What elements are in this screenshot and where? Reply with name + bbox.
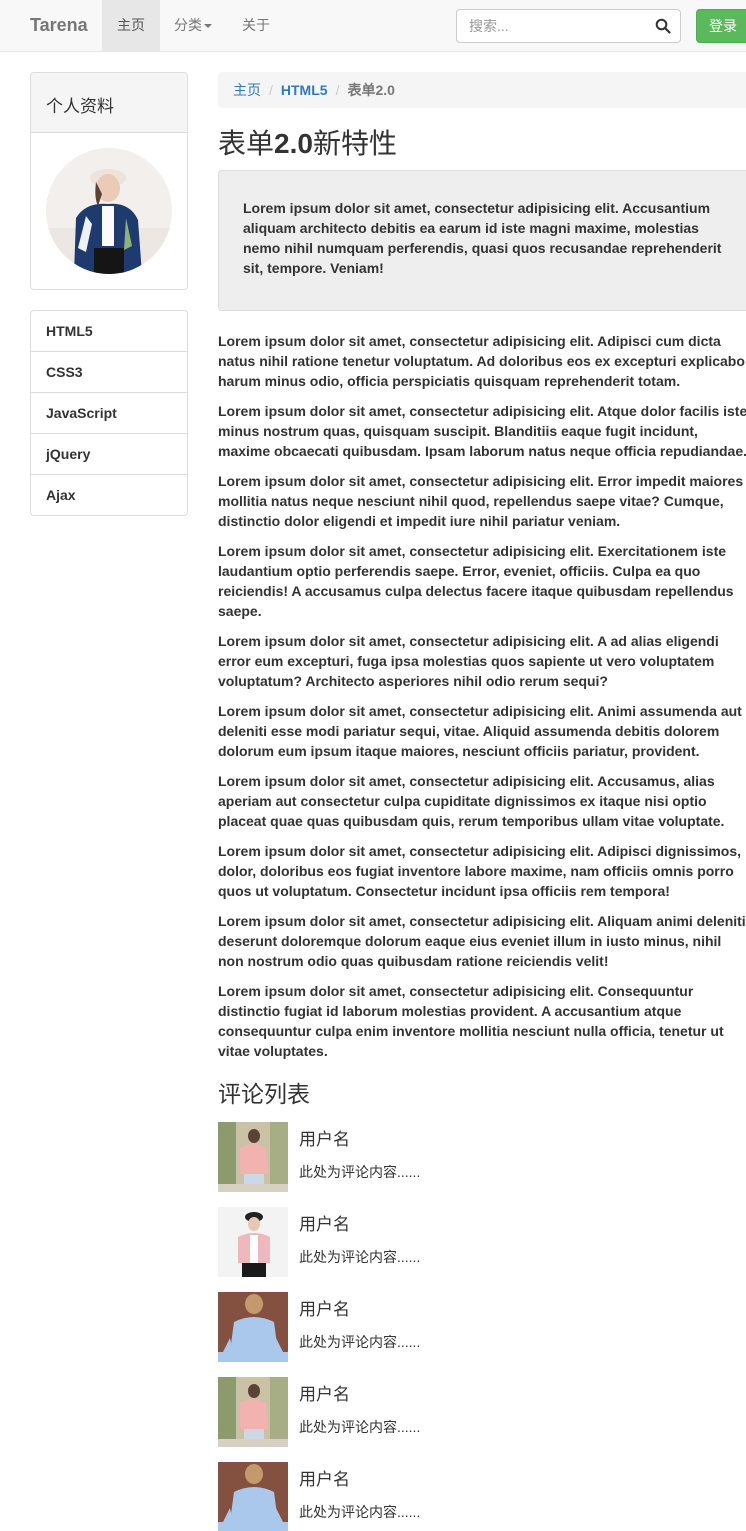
comment-item: 用户名 此处为评论内容......	[218, 1122, 718, 1192]
paragraph: Lorem ipsum dolor sit amet, consectetur …	[218, 703, 742, 759]
page-title-post: 新特性	[312, 128, 397, 159]
nav-home[interactable]: 主页	[102, 0, 160, 51]
comment-avatar	[218, 1377, 288, 1447]
comment-text: 此处为评论内容......	[299, 1249, 421, 1265]
comment-text: 此处为评论内容......	[299, 1334, 421, 1350]
paragraph: Lorem ipsum dolor sit amet, consectetur …	[218, 543, 734, 619]
comment-text: 此处为评论内容......	[299, 1164, 421, 1180]
sidebar-item-html5[interactable]: HTML5	[31, 311, 187, 352]
comment-username: 用户名	[299, 1470, 350, 1489]
comment-username: 用户名	[299, 1215, 350, 1234]
comment-username: 用户名	[299, 1385, 350, 1404]
sidebar-item-ajax[interactable]: Ajax	[31, 475, 187, 515]
comment-avatar	[218, 1207, 288, 1277]
paragraph: Lorem ipsum dolor sit amet, consectetur …	[218, 403, 746, 459]
avatar-image	[46, 148, 172, 274]
paragraph: Lorem ipsum dolor sit amet, consectetur …	[218, 333, 745, 389]
sidebar-nav: HTML5 CSS3 JavaScript jQuery Ajax	[30, 310, 188, 516]
profile-panel-title: 个人资料	[31, 73, 187, 133]
caret-down-icon	[204, 24, 212, 29]
login-button[interactable]: 登录	[696, 9, 746, 43]
breadcrumb-current: 表单2.0	[347, 82, 395, 98]
search-input[interactable]	[457, 10, 647, 42]
search-icon[interactable]	[655, 18, 671, 34]
sidebar-item-jquery[interactable]: jQuery	[31, 434, 187, 475]
search-box	[456, 9, 681, 43]
profile-panel: 个人资料	[30, 72, 188, 290]
comment-text: 此处为评论内容......	[299, 1504, 421, 1520]
paragraph: Lorem ipsum dolor sit amet, consectetur …	[218, 473, 744, 529]
avatar	[46, 148, 172, 274]
comment-item: 用户名 此处为评论内容......	[218, 1292, 718, 1362]
comment-item: 用户名 此处为评论内容......	[218, 1207, 718, 1277]
page-title-version: 2.0	[274, 128, 313, 159]
paragraph: Lorem ipsum dolor sit amet, consectetur …	[218, 773, 725, 829]
breadcrumb-home[interactable]: 主页	[233, 82, 261, 98]
sidebar-item-javascript[interactable]: JavaScript	[31, 393, 187, 434]
comment-avatar	[218, 1292, 288, 1362]
comment-avatar	[218, 1462, 288, 1531]
navbar: Tarena 主页 分类 关于 登录	[0, 0, 746, 52]
comment-avatar	[218, 1122, 288, 1192]
article-body: Lorem ipsum dolor sit amet, consectetur …	[218, 331, 746, 1071]
sidebar-item-css3[interactable]: CSS3	[31, 352, 187, 393]
nav-category-dropdown[interactable]: 分类	[160, 0, 226, 51]
paragraph: Lorem ipsum dolor sit amet, consectetur …	[218, 843, 742, 899]
jumbotron: Lorem ipsum dolor sit amet, consectetur …	[218, 170, 746, 311]
breadcrumb-section[interactable]: HTML5	[281, 82, 328, 98]
breadcrumb-separator: /	[269, 82, 273, 98]
paragraph: Lorem ipsum dolor sit amet, consectetur …	[218, 633, 719, 689]
nav-about[interactable]: 关于	[226, 0, 286, 51]
page-title: 表单2.0新特性	[218, 124, 397, 164]
comment-username: 用户名	[299, 1300, 350, 1319]
comment-item: 用户名 此处为评论内容......	[218, 1377, 718, 1447]
brand-logo[interactable]: Tarena	[30, 15, 88, 36]
comments-title: 评论列表	[218, 1081, 310, 1107]
paragraph: Lorem ipsum dolor sit amet, consectetur …	[218, 913, 746, 969]
nav-category-label: 分类	[174, 17, 202, 33]
comment-username: 用户名	[299, 1130, 350, 1149]
page-title-pre: 表单	[218, 128, 275, 159]
paragraph: Lorem ipsum dolor sit amet, consectetur …	[218, 983, 724, 1059]
comment-item: 用户名 此处为评论内容......	[218, 1462, 718, 1531]
comment-text: 此处为评论内容......	[299, 1419, 421, 1435]
breadcrumb-separator: /	[335, 82, 340, 98]
breadcrumb: 主页 / HTML5 / 表单2.0	[218, 72, 746, 108]
